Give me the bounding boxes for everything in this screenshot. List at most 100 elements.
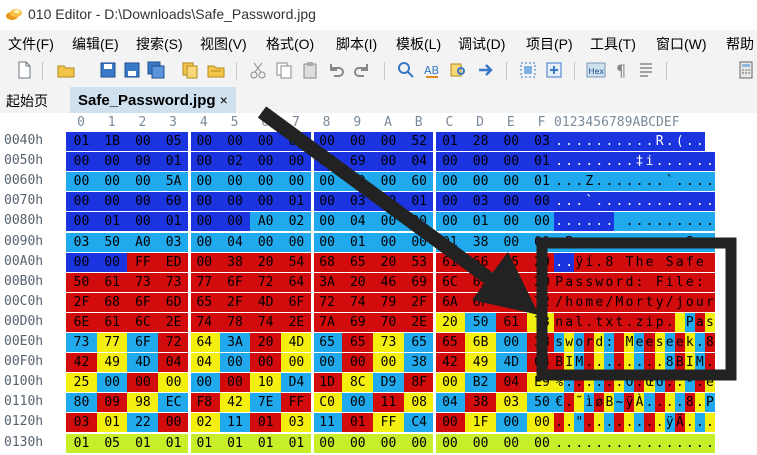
ascii-char[interactable]: . bbox=[654, 232, 665, 252]
hex-byte[interactable]: 01 bbox=[219, 433, 251, 453]
hex-byte[interactable]: 72 bbox=[311, 292, 343, 312]
ascii-char[interactable]: w bbox=[594, 272, 605, 292]
hex-byte[interactable]: 00 bbox=[403, 433, 435, 453]
ascii-char[interactable]: . bbox=[664, 373, 675, 393]
ascii-char[interactable]: . bbox=[704, 192, 716, 212]
ascii-char[interactable]: i bbox=[664, 272, 675, 292]
hex-byte[interactable]: 42 bbox=[66, 353, 97, 373]
ascii-char[interactable]: é bbox=[704, 373, 716, 393]
hex-byte[interactable]: 38 bbox=[403, 353, 435, 373]
ascii-char[interactable]: e bbox=[674, 333, 685, 352]
hex-byte[interactable]: 2F bbox=[66, 292, 97, 312]
ascii-char[interactable]: t bbox=[614, 312, 625, 332]
hex-byte[interactable]: 00 bbox=[526, 192, 558, 212]
hex-byte[interactable]: 03 bbox=[158, 232, 190, 252]
ascii-char[interactable]: . bbox=[644, 192, 655, 212]
hex-byte[interactable]: 2E bbox=[158, 312, 190, 332]
ascii-char[interactable]: . bbox=[564, 252, 575, 272]
hex-byte[interactable]: 00 bbox=[495, 212, 527, 232]
find-in-files-icon[interactable] bbox=[448, 60, 468, 80]
ascii-char[interactable]: . bbox=[624, 353, 635, 373]
hex-byte[interactable]: 00 bbox=[495, 192, 527, 212]
hex-byte[interactable]: C4 bbox=[403, 413, 435, 433]
hex-byte[interactable]: 08 bbox=[403, 393, 435, 413]
hex-byte[interactable]: 00 bbox=[495, 132, 527, 151]
ascii-char[interactable]: . bbox=[594, 212, 605, 232]
hex-byte[interactable]: 38 bbox=[526, 333, 558, 352]
hex-byte[interactable]: 6F bbox=[127, 292, 159, 312]
ascii-char[interactable]: . bbox=[694, 433, 705, 453]
ascii-char[interactable]: . bbox=[574, 132, 585, 151]
hex-byte[interactable]: C0 bbox=[311, 393, 343, 413]
hex-byte[interactable]: 00 bbox=[96, 152, 128, 172]
ascii-char[interactable]: . bbox=[664, 312, 675, 332]
ascii-char[interactable]: a bbox=[564, 312, 575, 332]
hex-byte[interactable]: 11 bbox=[373, 393, 404, 413]
undo-icon[interactable] bbox=[326, 60, 346, 80]
ascii-char[interactable]: u bbox=[694, 292, 705, 312]
ascii-char[interactable]: . bbox=[654, 172, 665, 192]
hex-byte[interactable]: 73 bbox=[373, 333, 404, 352]
hex-byte[interactable]: 80 bbox=[66, 393, 97, 413]
ascii-char[interactable]: . bbox=[594, 172, 605, 192]
goto-icon[interactable] bbox=[476, 60, 496, 80]
ascii-char[interactable]: s bbox=[574, 272, 585, 292]
ascii-char[interactable]: . bbox=[554, 132, 565, 151]
hex-byte[interactable]: 00 bbox=[434, 373, 466, 393]
hex-byte[interactable]: 11 bbox=[219, 413, 251, 433]
ascii-char[interactable]: . bbox=[694, 172, 705, 192]
hex-byte[interactable]: 1F bbox=[465, 413, 497, 433]
hex-byte[interactable]: B2 bbox=[465, 373, 497, 393]
save-as-icon[interactable] bbox=[122, 60, 142, 80]
hex-byte[interactable]: 46 bbox=[373, 272, 404, 292]
ascii-char[interactable]: . bbox=[644, 433, 655, 453]
hex-byte[interactable]: 00 bbox=[311, 212, 343, 232]
hex-byte[interactable]: 00 bbox=[526, 413, 558, 433]
hex-byte[interactable]: FF bbox=[280, 393, 312, 413]
ascii-char[interactable]: . bbox=[624, 172, 635, 192]
ascii-char[interactable]: . bbox=[594, 433, 605, 453]
ascii-char[interactable]: . bbox=[634, 212, 645, 232]
hex-byte[interactable]: 00 bbox=[495, 333, 527, 352]
ascii-char[interactable]: . bbox=[684, 132, 695, 151]
ascii-char[interactable]: . bbox=[554, 232, 565, 252]
hex-byte[interactable]: 42 bbox=[219, 393, 251, 413]
ascii-char[interactable]: 8 bbox=[704, 333, 716, 352]
ascii-char[interactable]: . bbox=[614, 132, 625, 151]
insert-icon[interactable] bbox=[544, 60, 564, 80]
hex-byte[interactable]: 03 bbox=[66, 232, 97, 252]
ascii-char[interactable]: t bbox=[594, 312, 605, 332]
hex-byte[interactable]: 00 bbox=[127, 132, 159, 151]
ascii-char[interactable]: . bbox=[554, 252, 565, 272]
hex-byte[interactable]: 00 bbox=[127, 152, 159, 172]
hex-byte[interactable]: 01 bbox=[188, 433, 220, 453]
hex-byte[interactable]: 11 bbox=[311, 413, 343, 433]
ascii-char[interactable]: Œ bbox=[644, 373, 655, 393]
ascii-char[interactable]: e bbox=[594, 292, 605, 312]
ascii-char[interactable]: . bbox=[594, 373, 605, 393]
hex-byte[interactable]: 00 bbox=[127, 192, 159, 212]
hex-byte[interactable]: 4D bbox=[127, 353, 159, 373]
ascii-char[interactable]: . bbox=[704, 212, 716, 232]
ascii-char[interactable]: . bbox=[574, 373, 585, 393]
copy-files-icon[interactable] bbox=[180, 60, 200, 80]
ascii-char[interactable]: . bbox=[694, 232, 705, 252]
hex-byte[interactable]: 98 bbox=[127, 393, 159, 413]
hex-byte[interactable]: 04 bbox=[403, 152, 435, 172]
hex-byte[interactable]: 00 bbox=[311, 433, 343, 453]
hex-byte[interactable]: 00 bbox=[96, 172, 128, 192]
ascii-char[interactable]: Z bbox=[584, 172, 595, 192]
hex-byte[interactable]: 7E bbox=[250, 393, 282, 413]
hex-byte[interactable]: 01 bbox=[403, 192, 435, 212]
hex-byte[interactable]: 77 bbox=[96, 333, 128, 352]
ascii-char[interactable]: . bbox=[664, 132, 675, 151]
hex-byte[interactable]: 05 bbox=[96, 433, 128, 453]
ascii-char[interactable]: l bbox=[674, 272, 685, 292]
hex-byte[interactable]: 00 bbox=[495, 172, 527, 192]
hex-byte[interactable]: 20 bbox=[526, 252, 558, 272]
hex-byte[interactable]: 01 bbox=[280, 433, 312, 453]
ascii-char[interactable] bbox=[654, 252, 665, 272]
ascii-char[interactable]: % bbox=[554, 373, 565, 393]
replace-icon[interactable]: AB bbox=[422, 60, 442, 80]
hex-byte[interactable]: 00 bbox=[373, 353, 404, 373]
